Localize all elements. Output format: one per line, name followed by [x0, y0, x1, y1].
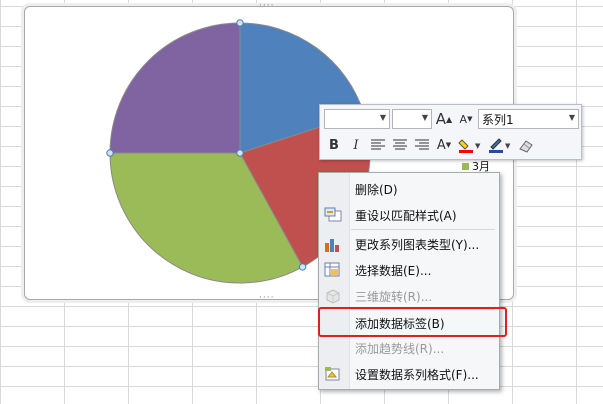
menu-item-label: 重设以匹配样式(A) — [355, 209, 457, 223]
menu-item-label: 删除(D) — [355, 183, 398, 197]
fill-color-icon[interactable]: ▼ — [456, 135, 484, 155]
selection-handle-3[interactable] — [298, 263, 307, 271]
pie-chart[interactable] — [0, 0, 603, 404]
series-select-value: 系列1 — [482, 113, 514, 127]
align-center-icon[interactable] — [390, 135, 410, 155]
menu-item-format-data-series[interactable]: 设置数据系列格式(F)... — [319, 361, 499, 387]
format-series-icon — [324, 366, 342, 382]
mini-toolbar: ▼ ▼ A ▲ A ▼ 系列1 ▼ B I A ▼ ▼ ▼ — [319, 104, 582, 160]
menu-item-label: 选择数据(E)... — [355, 264, 432, 278]
italic-button[interactable]: I — [346, 135, 366, 155]
menu-item-label: 添加趋势线(R)... — [355, 342, 445, 356]
menu-item-select-data[interactable]: 选择数据(E)... — [319, 257, 499, 283]
align-left-icon[interactable] — [368, 135, 388, 155]
reset-style-icon — [324, 207, 342, 223]
menu-item-add-trendline[interactable]: 添加趋势线(R)... — [319, 335, 499, 361]
svg-text:▼: ▼ — [475, 142, 481, 150]
menu-item-add-data-labels[interactable]: 添加数据标签(B) — [319, 310, 499, 336]
select-data-icon — [324, 262, 342, 278]
outline-color-icon[interactable]: ▼ — [486, 135, 514, 155]
menu-item-delete[interactable]: 删除(D) — [319, 176, 499, 202]
menu-item-label: 更改系列图表类型(Y)... — [355, 238, 480, 252]
chart-type-icon — [324, 236, 342, 252]
selection-handle-4[interactable] — [106, 149, 114, 157]
context-menu: 删除(D) 重设以匹配样式(A) 更改系列图表类型(Y)... 选择数据(E).… — [318, 172, 500, 390]
svg-text:▼: ▼ — [505, 142, 511, 150]
align-right-icon[interactable] — [412, 135, 432, 155]
pie-slice-4[interactable] — [109, 22, 241, 154]
menu-item-3d-rotation[interactable]: 三维旋转(R)... — [319, 283, 499, 309]
menu-item-label: 设置数据系列格式(F)... — [355, 368, 479, 382]
increase-font-icon[interactable]: A ▲ — [434, 109, 454, 129]
decrease-font-icon[interactable]: A ▼ — [456, 109, 476, 129]
series-select[interactable]: 系列1 ▼ — [478, 109, 579, 129]
legend-swatch — [462, 162, 469, 170]
font-size-select[interactable]: ▼ — [392, 109, 432, 129]
bold-button[interactable]: B — [324, 135, 344, 155]
font-color-glyph: A — [436, 137, 446, 153]
menu-item-change-chart-type[interactable]: 更改系列图表类型(Y)... — [319, 231, 499, 257]
eraser-icon[interactable] — [516, 135, 536, 155]
selection-handle-1[interactable] — [236, 19, 244, 27]
selection-handle-5[interactable] — [236, 149, 244, 157]
menu-item-label: 添加数据标签(B) — [355, 317, 445, 331]
rotate-3d-icon — [324, 288, 342, 304]
font-name-select[interactable]: ▼ — [324, 109, 390, 129]
menu-separator — [351, 229, 495, 230]
menu-item-reset-style[interactable]: 重设以匹配样式(A) — [319, 202, 499, 228]
menu-item-label: 三维旋转(R)... — [355, 290, 433, 304]
font-color-button[interactable]: A ▼ — [434, 135, 454, 155]
